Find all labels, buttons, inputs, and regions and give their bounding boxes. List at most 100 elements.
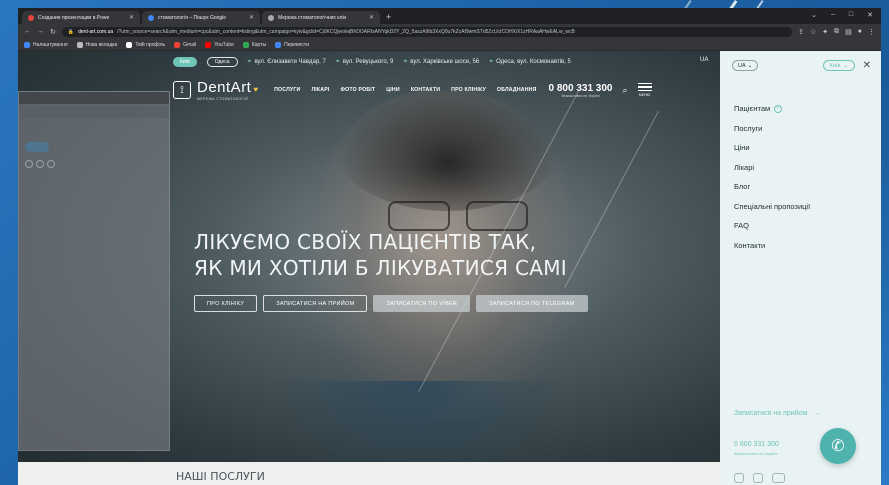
logo-text: DentArt	[197, 79, 252, 96]
bookmark-item[interactable]: Перевести	[275, 41, 309, 48]
settings-icon	[24, 41, 30, 48]
share-icon[interactable]: ⇪	[798, 28, 804, 36]
back-icon[interactable]: ←	[24, 28, 31, 35]
panel-menu: Пацієнтам ✓ Послуги Ціни Лікарі Блог Спец…	[734, 99, 810, 255]
reload-icon[interactable]: ↻	[50, 28, 56, 36]
address-item[interactable]: ⌖ вул. Харківське шосе, 56	[403, 58, 479, 66]
kebab-menu-icon[interactable]: ⋮	[868, 28, 875, 36]
star-icon[interactable]: ☆	[810, 28, 816, 36]
youtube-icon[interactable]	[772, 473, 785, 483]
browser-tab-2[interactable]: стоматологія – Пошук Google ✕	[142, 11, 260, 24]
close-icon[interactable]: ✕	[249, 14, 254, 21]
book-viber-button[interactable]: ЗАПИСАТИСЯ ПО VIBER	[373, 295, 471, 312]
panel-language-select[interactable]: UA ⌄	[732, 60, 759, 71]
panel-item-contacts[interactable]: Контакти	[734, 236, 810, 256]
new-tab-icon[interactable]: +	[386, 11, 391, 24]
panel-item-services[interactable]: Послуги	[734, 119, 810, 139]
bookmarks-bar: Налаштування Нова вкладка Твій профіль G…	[18, 39, 881, 51]
site-header: ⟟ DentArt ♥ МЕРЕЖА СТОМАТОЛОГІЙ ПОСЛУГИ Л…	[173, 75, 723, 105]
heart-icon: ♥	[253, 85, 259, 94]
panel-item-prices[interactable]: Ціни	[734, 138, 810, 158]
bookmark-item[interactable]: Налаштування	[24, 41, 68, 48]
facebook-icon[interactable]	[753, 473, 763, 483]
side-menu-panel: UA ⌄ Київ ⌄ ✕ Пацієнтам ✓ Послуги Ціни Ліка…	[720, 51, 881, 485]
nav-item-photos[interactable]: ФОТО РОБІТ	[341, 87, 376, 93]
close-icon[interactable]: ✕	[863, 60, 871, 71]
url-host: dent-art.com.ua	[78, 28, 114, 35]
city-odesa-pill[interactable]: Одеса	[206, 57, 238, 67]
tab-favicon-icon	[28, 14, 34, 21]
phone-icon	[47, 160, 55, 168]
bookmark-item[interactable]: Нова вкладка	[76, 41, 117, 48]
address-item[interactable]: ⌖ вул. Єлизавети Чавдар, 7	[248, 58, 326, 66]
bookmark-item[interactable]: Gmail	[174, 41, 196, 48]
nav-item-services[interactable]: ПОСЛУГИ	[274, 87, 300, 93]
maximize-icon[interactable]: □	[849, 11, 853, 19]
lock-icon: 🔒	[67, 28, 75, 35]
panel-item-label: Пацієнтам	[734, 104, 771, 113]
chevron-down-icon: ⌄	[843, 62, 848, 69]
search-icon[interactable]: ⌕	[622, 85, 627, 96]
menu-label: МЕНЮ	[638, 92, 651, 97]
panel-item-label: Лікарі	[734, 162, 755, 172]
panel-item-doctors[interactable]: Лікарі	[734, 158, 810, 178]
address-bar[interactable]: 🔒 dent-art.com.ua/?utm_source=search&utm…	[61, 26, 793, 37]
bookmark-item[interactable]: Карты	[242, 41, 266, 48]
browser-toolbar: ← → ↻ 🔒 dent-art.com.ua/?utm_source=sear…	[18, 24, 881, 39]
panel-item-label: FAQ	[734, 221, 750, 230]
check-circle-icon: ✓	[774, 104, 783, 113]
tooth-logo-icon: ⟟	[173, 81, 191, 99]
tab-label: Мережа стоматологічних клін	[278, 14, 347, 21]
sidebar-icon[interactable]: ▤	[845, 28, 852, 36]
language-switcher[interactable]: UA	[700, 57, 708, 63]
book-appointment-button[interactable]: ЗАПИСАТИСЯ НА ПРИЙОМ	[263, 295, 368, 312]
chevron-down-icon: ⌄	[747, 62, 753, 69]
panel-item-blog[interactable]: Блог	[734, 177, 810, 197]
youtube-icon	[205, 41, 212, 48]
background-window-overlay	[18, 91, 170, 451]
panel-item-patients[interactable]: Пацієнтам ✓	[734, 99, 810, 119]
chevron-down-icon[interactable]: ⌄	[811, 11, 817, 19]
instagram-icon[interactable]	[734, 473, 744, 483]
menu-button[interactable]: МЕНЮ	[637, 83, 652, 97]
close-icon[interactable]: ✕	[129, 14, 134, 21]
bookmark-item[interactable]: Твій профіль	[126, 41, 165, 48]
call-button[interactable]: ✆	[820, 428, 856, 464]
close-icon[interactable]: ✕	[369, 14, 374, 21]
header-phone[interactable]: 0 800 331 300 безкоштовно по Україні	[549, 83, 613, 98]
panel-book-label: Записатися на прийом	[734, 410, 808, 417]
close-window-icon[interactable]: ✕	[867, 11, 873, 19]
profile-icon[interactable]: ●	[858, 28, 862, 36]
panel-city-select[interactable]: Київ ⌄	[822, 60, 855, 71]
forward-icon[interactable]: →	[37, 28, 44, 35]
panel-item-faq[interactable]: FAQ	[734, 216, 810, 236]
telegram-icon	[36, 160, 44, 168]
burger-line	[637, 89, 652, 91]
nav-item-about[interactable]: ПРО КЛІНІКУ	[451, 87, 486, 93]
address-item[interactable]: ⌖ вул. Ревуцького, 9	[336, 58, 394, 66]
nav-item-contacts[interactable]: КОНТАКТИ	[411, 87, 440, 93]
browser-tab-1[interactable]: Создание презентации в Powe ✕	[22, 11, 140, 24]
panel-item-offers[interactable]: Спеціальні пропозиції	[734, 197, 810, 217]
minimize-icon[interactable]: –	[831, 11, 835, 19]
puzzle-icon[interactable]: ⧉	[834, 28, 839, 36]
hero-title: ЛІКУЄМО СВОЇХ ПАЦІЄНТІВ ТАК, ЯК МИ ХОТІЛ…	[194, 229, 567, 281]
nav-item-doctors[interactable]: ЛІКАРІ	[311, 87, 329, 93]
address-item[interactable]: ⌖ Одеса, вул. Космонавтів, 5	[489, 58, 571, 66]
nav-item-equipment[interactable]: ОБЛАДНАННЯ	[497, 87, 537, 93]
panel-book-link[interactable]: Записатися на прийом →	[734, 410, 820, 417]
book-telegram-button[interactable]: ЗАПИСАТИСЯ ПО TELEGRAM	[476, 295, 588, 312]
gmail-icon	[174, 41, 181, 48]
panel-phone[interactable]: 0 800 331 300	[734, 441, 779, 448]
bookmark-item[interactable]: YouTube	[205, 41, 234, 48]
overlay-bar	[19, 92, 169, 104]
panel-item-label: Ціни	[734, 143, 750, 152]
extension-icon[interactable]: ✦	[822, 28, 828, 36]
about-clinic-button[interactable]: ПРО КЛІНІКУ	[194, 295, 258, 312]
site-logo[interactable]: ⟟ DentArt ♥ МЕРЕЖА СТОМАТОЛОГІЙ	[173, 79, 258, 101]
decor-line	[564, 111, 659, 289]
city-kyiv-pill[interactable]: Київ	[173, 57, 197, 67]
nav-item-prices[interactable]: ЦІНИ	[386, 87, 400, 93]
browser-tab-3[interactable]: Мережа стоматологічних клін ✕	[262, 11, 380, 24]
browser-window: Создание презентации в Powe ✕ стоматолог…	[18, 8, 881, 485]
